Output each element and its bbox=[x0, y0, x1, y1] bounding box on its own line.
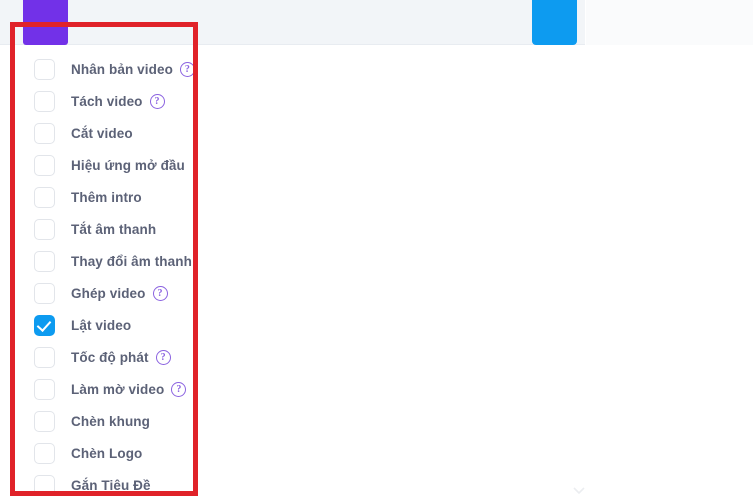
feature-label: Thêm intro bbox=[71, 189, 142, 205]
chevron-down-icon bbox=[573, 487, 585, 494]
feature-row[interactable]: Thay đổi âm thanh bbox=[0, 245, 575, 277]
feature-row[interactable]: Gắn Tiêu Đề bbox=[0, 469, 575, 501]
feature-row[interactable]: Tốc độ phát? bbox=[0, 341, 575, 373]
app-root: Nhân bản video? Tách video? Cắt video Hiệu … bbox=[0, 0, 753, 502]
feature-row[interactable]: Lật video bbox=[0, 309, 575, 341]
feature-label: Tắt âm thanh bbox=[71, 221, 157, 237]
checkbox-unchecked[interactable] bbox=[34, 154, 55, 176]
panel-divider bbox=[585, 0, 586, 502]
header-bar bbox=[0, 0, 585, 45]
feature-row[interactable]: Hiệu ứng mở đầu bbox=[0, 149, 575, 181]
checkbox-unchecked[interactable] bbox=[34, 58, 55, 80]
feature-row[interactable]: Nhân bản video? bbox=[0, 53, 575, 85]
feature-row[interactable]: Chèn khung bbox=[0, 405, 575, 437]
help-icon[interactable]: ? bbox=[171, 381, 187, 397]
feature-row[interactable]: Thêm intro bbox=[0, 181, 575, 213]
checkbox-unchecked[interactable] bbox=[34, 250, 55, 272]
feature-row[interactable]: Làm mờ video? bbox=[0, 373, 575, 405]
checkbox-unchecked[interactable] bbox=[34, 90, 55, 112]
check-icon bbox=[36, 316, 52, 332]
feature-label: Thay đổi âm thanh bbox=[71, 253, 192, 269]
right-pane-header bbox=[586, 0, 753, 45]
feature-row[interactable]: Cắt video bbox=[0, 117, 575, 149]
feature-row[interactable]: Ghép video? bbox=[0, 277, 575, 309]
header-accent-tab[interactable] bbox=[23, 0, 68, 45]
feature-row[interactable]: Chèn Logo bbox=[0, 437, 575, 469]
checkbox-unchecked[interactable] bbox=[34, 346, 55, 368]
checkbox-unchecked[interactable] bbox=[34, 474, 55, 496]
checkbox-unchecked[interactable] bbox=[34, 186, 55, 208]
checkbox-checked[interactable] bbox=[34, 314, 55, 336]
feature-row[interactable]: Tách video? bbox=[0, 85, 575, 117]
checkbox-unchecked[interactable] bbox=[34, 218, 55, 240]
feature-label: Hiệu ứng mở đầu bbox=[71, 157, 185, 173]
feature-label: Lật video bbox=[71, 317, 132, 333]
right-pane bbox=[586, 0, 753, 502]
feature-label: Gắn Tiêu Đề bbox=[71, 477, 151, 493]
checkbox-unchecked[interactable] bbox=[34, 442, 55, 464]
feature-label: Làm mờ video bbox=[71, 381, 165, 397]
help-icon[interactable]: ? bbox=[152, 285, 168, 301]
checkbox-unchecked[interactable] bbox=[34, 410, 55, 432]
list-scrollbar-track[interactable] bbox=[577, 45, 585, 502]
feature-label: Tốc độ phát bbox=[71, 349, 149, 365]
help-icon[interactable]: ? bbox=[155, 349, 171, 365]
checkbox-unchecked[interactable] bbox=[34, 122, 55, 144]
feature-checklist: Nhân bản video? Tách video? Cắt video Hiệu … bbox=[0, 45, 575, 501]
checkbox-unchecked[interactable] bbox=[34, 282, 55, 304]
feature-row[interactable]: Tắt âm thanh bbox=[0, 213, 575, 245]
feature-label: Chèn khung bbox=[71, 413, 150, 429]
help-icon[interactable]: ? bbox=[149, 93, 165, 109]
feature-label: Ghép video bbox=[71, 285, 146, 301]
feature-label: Chèn Logo bbox=[71, 445, 143, 461]
feature-label: Nhân bản video bbox=[71, 61, 173, 77]
feature-label: Cắt video bbox=[71, 125, 133, 141]
feature-label: Tách video bbox=[71, 93, 143, 109]
header-action-button[interactable] bbox=[532, 0, 577, 45]
checkbox-unchecked[interactable] bbox=[34, 378, 55, 400]
help-icon[interactable]: ? bbox=[179, 61, 195, 77]
